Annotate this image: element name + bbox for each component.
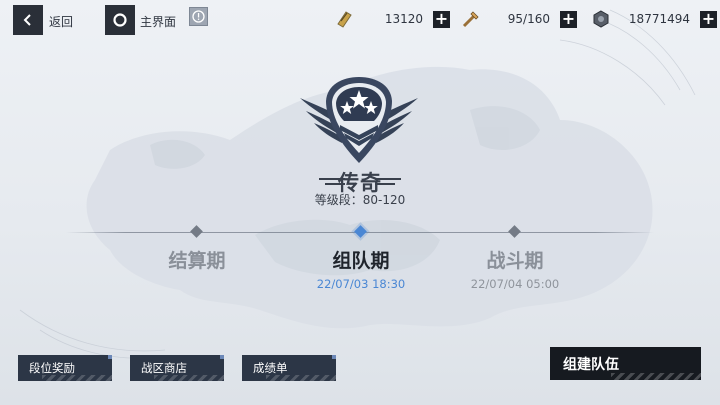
energy-count: 95/160 [507,12,550,26]
add-currency-button[interactable]: + [700,10,717,28]
currency-count: 18771494 [628,12,690,26]
legend-rank-emblem [300,77,418,163]
zone-shop-label: 战区商店 [141,361,187,375]
back-button[interactable] [13,5,43,35]
stamina-icon [460,8,482,30]
resource-currency: 18771494 + [590,8,717,30]
resource-energy: 95/160 + [460,8,577,30]
chevron-left-icon [23,14,31,26]
form-team-button[interactable]: 组建队伍 [550,347,701,380]
phase-settlement-label: 结算期 [168,250,226,272]
info-button[interactable] [189,7,208,26]
rank-reward-label: 段位奖励 [29,361,75,375]
score-sheet-label: 成绩单 [253,361,288,375]
rank-reward-button[interactable]: 段位奖励 [18,355,112,381]
form-team-label: 组建队伍 [563,356,619,373]
add-energy-button[interactable]: + [560,10,577,28]
home-circle-icon [113,13,127,27]
back-label[interactable]: 返回 [49,13,73,30]
score-sheet-button[interactable]: 成绩单 [242,355,336,381]
level-range: 等级段：80-120 [314,193,406,207]
add-ticket-button[interactable]: + [433,10,450,28]
home-button[interactable] [105,5,135,35]
ticket-icon [333,8,355,30]
ticket-count: 13120 [384,12,423,26]
phase-team-label: 组队期 [332,250,390,272]
resource-ticket: 13120 + [333,8,450,30]
home-label[interactable]: 主界面 [140,13,176,30]
coin-icon [590,8,612,30]
exclamation-icon [192,10,205,23]
phase-battle-date: 22/07/04 05:00 [470,277,560,291]
zone-shop-button[interactable]: 战区商店 [130,355,224,381]
phase-battle-label: 战斗期 [486,250,544,272]
phase-team-date: 22/07/03 18:30 [316,277,406,291]
